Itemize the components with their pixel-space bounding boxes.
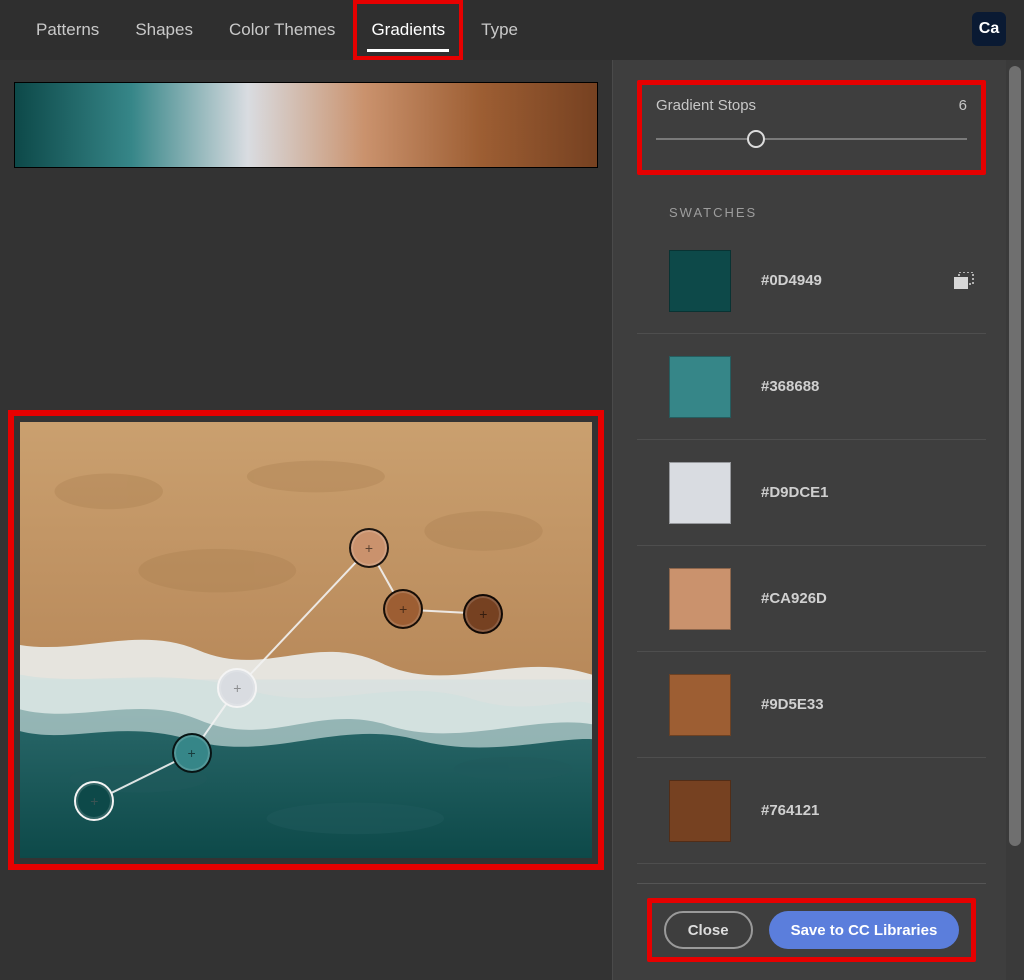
app-badge: Ca xyxy=(972,12,1006,46)
image-canvas-highlight: ++++++ xyxy=(8,410,604,870)
color-sample-node[interactable]: + xyxy=(349,528,389,568)
swatch-row[interactable]: #764121 xyxy=(637,758,986,864)
color-sample-node[interactable]: + xyxy=(217,668,257,708)
swatch-color[interactable] xyxy=(669,780,731,842)
swatch-color[interactable] xyxy=(669,356,731,418)
swatches-label: SWATCHES xyxy=(669,205,986,220)
image-canvas[interactable]: ++++++ xyxy=(20,422,592,858)
gradient-stops-label: Gradient Stops xyxy=(656,97,756,114)
scroll-thumb[interactable] xyxy=(1009,66,1021,846)
color-sample-node[interactable]: + xyxy=(74,781,114,821)
swatch-hex: #368688 xyxy=(761,378,819,395)
swatch-color[interactable] xyxy=(669,674,731,736)
close-button[interactable]: Close xyxy=(664,911,753,949)
color-sample-node[interactable]: + xyxy=(172,733,212,773)
gradient-preview[interactable] xyxy=(14,82,598,168)
tab-gradients[interactable]: Gradients xyxy=(353,0,463,60)
swatch-list: #0D4949 #368688 #D9DCE1 #CA926D #9D5E33 #7641… xyxy=(637,228,986,883)
tab-patterns[interactable]: Patterns xyxy=(18,0,117,60)
right-panel: Gradient Stops 6 SWATCHES #0D4949 #368688… xyxy=(613,60,1006,980)
swatch-row[interactable]: #0D4949 xyxy=(637,228,986,334)
tab-label: Color Themes xyxy=(229,20,335,40)
color-sample-node[interactable]: + xyxy=(383,589,423,629)
slider-track xyxy=(656,138,967,140)
swatch-color[interactable] xyxy=(669,462,731,524)
swatch-color[interactable] xyxy=(669,568,731,630)
footer: Close Save to CC Libraries xyxy=(637,883,986,980)
swatch-row[interactable]: #CA926D xyxy=(637,546,986,652)
tab-label: Shapes xyxy=(135,20,193,40)
swatch-row[interactable]: #9D5E33 xyxy=(637,652,986,758)
save-button[interactable]: Save to CC Libraries xyxy=(769,911,960,949)
swatch-hex: #9D5E33 xyxy=(761,696,824,713)
swatch-hex: #764121 xyxy=(761,802,819,819)
swatch-row[interactable]: #D9DCE1 xyxy=(637,440,986,546)
color-sample-node[interactable]: + xyxy=(463,594,503,634)
swatch-color[interactable] xyxy=(669,250,731,312)
footer-buttons-highlight: Close Save to CC Libraries xyxy=(647,898,977,962)
left-panel: ++++++ xyxy=(0,60,612,980)
swatch-hex: #D9DCE1 xyxy=(761,484,829,501)
tab-label: Gradients xyxy=(371,20,445,40)
gradient-stops-value: 6 xyxy=(959,97,967,114)
tab-label: Patterns xyxy=(36,20,99,40)
tab-color-themes[interactable]: Color Themes xyxy=(211,0,353,60)
tab-shapes[interactable]: Shapes xyxy=(117,0,211,60)
swatch-hex: #CA926D xyxy=(761,590,827,607)
scrollbar[interactable] xyxy=(1006,60,1024,980)
gradient-stops-highlight: Gradient Stops 6 xyxy=(637,80,986,175)
app-badge-label: Ca xyxy=(979,20,999,38)
tab-label: Type xyxy=(481,20,518,40)
layers-icon[interactable] xyxy=(954,272,974,290)
top-tab-bar: Patterns Shapes Color Themes Gradients T… xyxy=(0,0,1024,60)
save-button-label: Save to CC Libraries xyxy=(791,922,938,939)
swatch-hex: #0D4949 xyxy=(761,272,822,289)
swatch-row[interactable]: #368688 xyxy=(637,334,986,440)
tab-type[interactable]: Type xyxy=(463,0,536,60)
slider-knob[interactable] xyxy=(747,130,765,148)
close-button-label: Close xyxy=(688,922,729,939)
gradient-stops-slider[interactable] xyxy=(656,130,967,148)
